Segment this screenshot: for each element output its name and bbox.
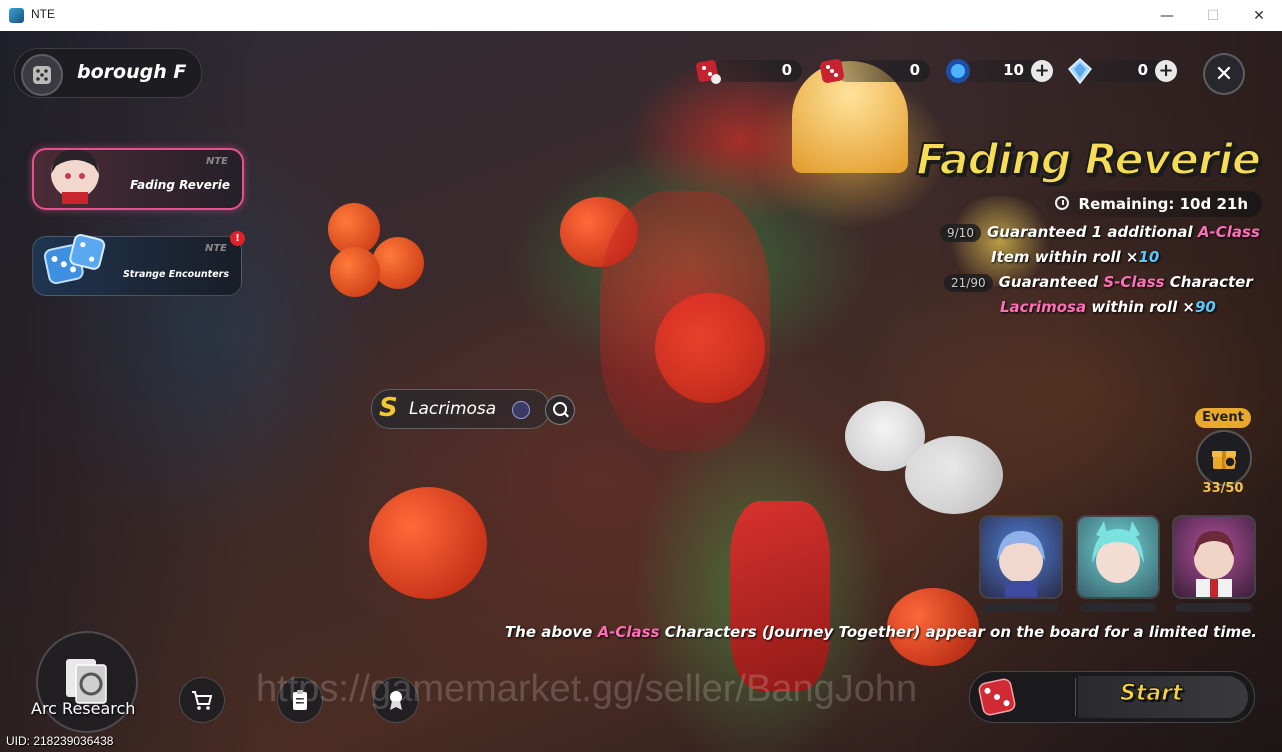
class-highlight: A-Class bbox=[1197, 223, 1260, 241]
element-icon bbox=[512, 401, 530, 419]
left-shade bbox=[0, 31, 260, 752]
featured-character-label[interactable]: S Lacrimosa bbox=[371, 389, 550, 429]
guarantee-text: Item within roll × bbox=[991, 248, 1139, 266]
banner-tab-fading-reverie[interactable]: NTE Fading Reverie bbox=[32, 148, 244, 210]
banner-brand: NTE bbox=[205, 156, 228, 167]
arc-research-label: Arc Research bbox=[31, 699, 136, 718]
event-tag: Event bbox=[1195, 408, 1251, 428]
window-titlebar: NTE — ☐ ✕ bbox=[0, 0, 1282, 32]
start-panel: Start bbox=[969, 671, 1255, 723]
app-icon bbox=[9, 8, 24, 23]
user-id: UID: 218239036438 bbox=[6, 734, 114, 748]
resource-value: 0 bbox=[1137, 61, 1148, 79]
portrait-bar bbox=[983, 603, 1059, 612]
guarantee-a-class: 9/10 Guaranteed 1 additional A-Class bbox=[940, 223, 1260, 242]
close-icon[interactable]: ✕ bbox=[1203, 53, 1245, 95]
minimize-button[interactable]: — bbox=[1144, 0, 1190, 31]
guarantee-text: Guaranteed bbox=[998, 273, 1104, 291]
red-dice-icon bbox=[820, 59, 844, 83]
resource-value: 0 bbox=[909, 61, 920, 79]
event-progress-value: 33/50 bbox=[1202, 481, 1244, 496]
guarantee-text: Guaranteed 1 additional bbox=[986, 223, 1198, 241]
banner-title: Fading Reverie bbox=[915, 134, 1262, 186]
pity-counter: 9/10 bbox=[940, 224, 981, 242]
guarantee-text: within roll × bbox=[1086, 298, 1195, 316]
dice-ticket-icon bbox=[696, 60, 721, 84]
a-class-portrait[interactable] bbox=[1172, 515, 1256, 613]
character-thumbnail-icon bbox=[51, 149, 99, 204]
s-rank-badge: S bbox=[379, 393, 398, 423]
close-window-button[interactable]: ✕ bbox=[1236, 0, 1282, 31]
add-blue-crystal-button[interactable]: + bbox=[1031, 60, 1053, 82]
game-viewport: borough F NTE Fading Reverie NTE Strange… bbox=[0, 31, 1282, 752]
portrait-image bbox=[1172, 515, 1256, 599]
remaining-time: Remaining: 10d 21h bbox=[1044, 191, 1262, 217]
a-class-portrait[interactable] bbox=[1076, 515, 1160, 613]
window-title: NTE bbox=[31, 7, 55, 21]
resource-dice-ticket[interactable]: 0 bbox=[694, 57, 802, 85]
tomato-decoration bbox=[330, 247, 380, 297]
red-dice-icon bbox=[978, 678, 1016, 716]
gift-icon bbox=[1196, 430, 1252, 486]
shop-cart-icon[interactable] bbox=[179, 677, 225, 723]
roll-number: 90 bbox=[1195, 298, 1216, 316]
guarantee-text: Character bbox=[1164, 273, 1253, 291]
portrait-bar bbox=[1176, 603, 1252, 612]
note-text: The above bbox=[504, 623, 598, 641]
blue-dice-icon bbox=[43, 233, 106, 285]
event-button[interactable]: Event 33/50 bbox=[1193, 408, 1253, 498]
class-highlight: S-Class bbox=[1103, 273, 1165, 291]
portrait-bar bbox=[1080, 603, 1156, 612]
guarantee-s-class: 21/90 Guaranteed S-Class Character bbox=[944, 273, 1253, 292]
limited-time-note: The above A-Class Characters (Journey To… bbox=[505, 623, 1257, 641]
a-class-portrait[interactable] bbox=[979, 515, 1063, 613]
arc-research-icon bbox=[66, 659, 107, 704]
note-text: Characters (Journey Together) appear on … bbox=[659, 623, 1257, 641]
add-light-crystal-button[interactable]: + bbox=[1155, 60, 1177, 82]
featured-character-name: Lacrimosa bbox=[409, 399, 497, 419]
tomato-decoration bbox=[372, 237, 424, 289]
maximize-button[interactable]: ☐ bbox=[1190, 0, 1236, 31]
pity-counter: 21/90 bbox=[944, 274, 993, 292]
banner-name: Strange Encounters bbox=[122, 269, 229, 280]
portrait-image bbox=[979, 515, 1063, 599]
resource-value: 10 bbox=[1003, 61, 1024, 79]
remaining-text: Remaining: 10d 21h bbox=[1078, 195, 1248, 213]
class-highlight: A-Class bbox=[597, 623, 660, 641]
resource-light-crystal[interactable]: 0 + bbox=[1066, 57, 1180, 85]
resource-red-dice[interactable]: 0 bbox=[818, 57, 930, 85]
blue-crystal-icon bbox=[946, 59, 970, 83]
character-art bbox=[600, 191, 770, 451]
red-pillow-decoration bbox=[730, 501, 830, 691]
divider bbox=[1075, 678, 1076, 716]
light-crystal-icon bbox=[1067, 57, 1093, 85]
start-button[interactable]: Start bbox=[1078, 676, 1248, 718]
guarantee-a-class-line2: Item within roll ×10 bbox=[991, 248, 1159, 266]
location-selector[interactable]: borough F bbox=[14, 48, 202, 98]
banner-brand: NTE bbox=[204, 243, 227, 254]
dice-icon bbox=[21, 54, 63, 96]
roll-number: 10 bbox=[1138, 248, 1160, 266]
watermark-text: https://gamemarket.gg/seller/BangJohn bbox=[256, 668, 918, 710]
character-details-search-icon[interactable] bbox=[545, 395, 575, 425]
guarantee-s-class-line2: Lacrimosa within roll ×90 bbox=[1000, 298, 1216, 316]
large-tomato-decoration bbox=[369, 487, 487, 599]
portrait-image bbox=[1076, 515, 1160, 599]
resource-blue-crystal[interactable]: 10 + bbox=[944, 57, 1056, 85]
character-name-highlight: Lacrimosa bbox=[1000, 298, 1087, 316]
event-progress: 33/50 bbox=[1193, 481, 1253, 496]
start-label: Start bbox=[1120, 681, 1184, 707]
banner-name: Fading Reverie bbox=[130, 178, 230, 192]
clock-icon bbox=[1054, 196, 1069, 210]
location-label: borough F bbox=[77, 61, 187, 83]
banner-tab-strange-encounters[interactable]: NTE Strange Encounters ! bbox=[32, 231, 245, 296]
alert-badge: ! bbox=[230, 231, 245, 246]
resource-value: 0 bbox=[781, 61, 792, 79]
